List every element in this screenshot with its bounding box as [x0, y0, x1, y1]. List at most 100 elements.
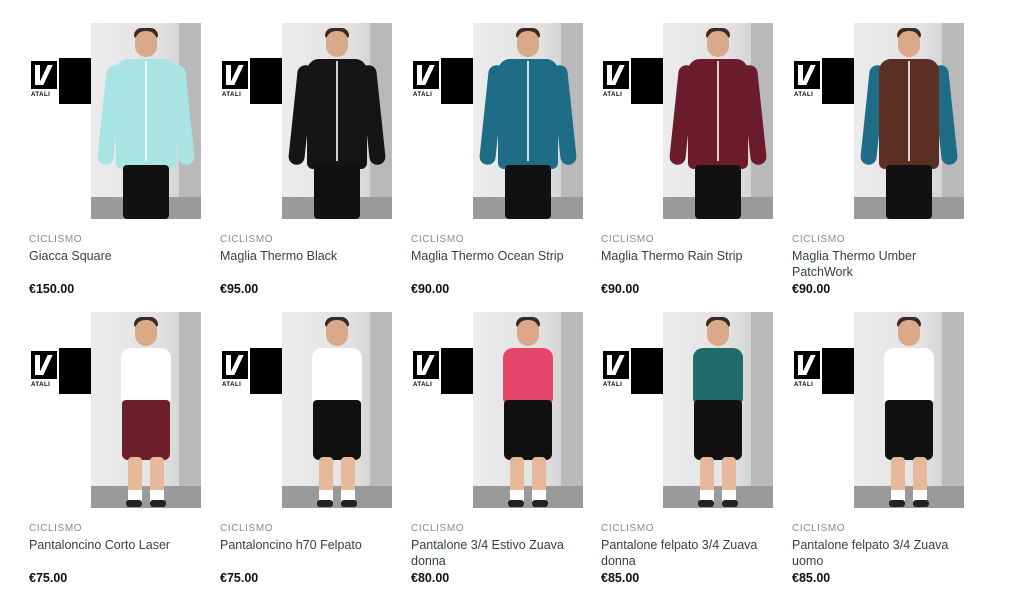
photo-floor [473, 486, 583, 508]
model-photo [663, 312, 773, 508]
logo-panel: ATALI [411, 348, 441, 394]
product-image[interactable]: ATALI [220, 312, 396, 508]
base-layer [884, 348, 934, 403]
brand-logo: ATALI [601, 348, 663, 394]
photo-wall [561, 312, 583, 508]
product-image[interactable]: ATALI [792, 312, 968, 508]
product-price: €85.00 [601, 571, 640, 585]
model-head [517, 320, 539, 346]
product-title[interactable]: Maglia Thermo Rain Strip [601, 248, 777, 282]
logo-wordmark: ATALI [31, 382, 51, 388]
tights [314, 165, 360, 219]
logo-panel: ATALI [601, 348, 631, 394]
product-title[interactable]: Pantaloncino h70 Felpato [220, 537, 396, 571]
logo-panel: ATALI [29, 348, 59, 394]
product-category[interactable]: CICLISMO [792, 234, 968, 245]
product-category[interactable]: CICLISMO [601, 234, 777, 245]
shoe [889, 500, 905, 507]
product-title[interactable]: Giacca Square [29, 248, 205, 282]
product-image[interactable]: ATALI [411, 23, 587, 219]
jersey-zip [717, 61, 719, 161]
product-card[interactable]: ATALI CICLISMO Pantalone felpato 3/4 Zuava… [792, 312, 968, 585]
product-title[interactable]: Maglia Thermo Ocean Strip [411, 248, 587, 282]
product-card[interactable]: ATALI CICLISMO Maglia Thermo Umber PatchWo… [792, 23, 968, 296]
logo-wordmark: ATALI [794, 92, 814, 98]
logo-wordmark: ATALI [603, 382, 623, 388]
shoe [698, 500, 714, 507]
tights [505, 165, 551, 219]
product-card[interactable]: ATALI CICLISMO Maglia Thermo Rain Strip €90… [601, 23, 777, 296]
product-card[interactable]: ATALI CICLISMO Pantaloncino Corto Laser €75… [29, 312, 205, 585]
logo-n-mark [794, 351, 820, 379]
logo-n-mark [222, 351, 248, 379]
product-image[interactable]: ATALI [601, 312, 777, 508]
model-photo [282, 312, 392, 508]
product-title[interactable]: Pantalone felpato 3/4 Zuava donna [601, 537, 777, 571]
product-category[interactable]: CICLISMO [411, 234, 587, 245]
product-price: €75.00 [220, 571, 259, 585]
product-price: €90.00 [411, 282, 450, 296]
logo-n-mark [222, 61, 248, 89]
bib-shorts [313, 400, 361, 460]
product-price: €150.00 [29, 282, 75, 296]
product-category[interactable]: CICLISMO [220, 234, 396, 245]
product-image[interactable]: ATALI [29, 312, 205, 508]
logo-n-mark [413, 61, 439, 89]
model-head [135, 31, 157, 57]
logo-n-mark [603, 351, 629, 379]
product-title[interactable]: Maglia Thermo Black [220, 248, 396, 282]
product-image[interactable]: ATALI [220, 23, 396, 219]
product-card[interactable]: ATALI CICLISMO Pantalone felpato 3/4 Zuava… [601, 312, 777, 585]
product-price: €85.00 [792, 571, 831, 585]
brand-logo: ATALI [29, 348, 91, 394]
product-title[interactable]: Maglia Thermo Umber PatchWork [792, 248, 968, 282]
logo-wordmark: ATALI [794, 382, 814, 388]
tights [886, 165, 932, 219]
product-image[interactable]: ATALI [411, 312, 587, 508]
product-title[interactable]: Pantalone felpato 3/4 Zuava uomo [792, 537, 968, 571]
base-layer [121, 348, 171, 403]
product-card[interactable]: ATALI CICLISMO Maglia Thermo Ocean Strip €9… [411, 23, 587, 296]
tights [695, 165, 741, 219]
photo-wall [942, 312, 964, 508]
product-title[interactable]: Pantalone 3/4 Estivo Zuava donna [411, 537, 587, 571]
bib-shorts [504, 400, 552, 460]
base-layer [312, 348, 362, 403]
product-image[interactable]: ATALI [792, 23, 968, 219]
product-category[interactable]: CICLISMO [220, 523, 396, 534]
product-title[interactable]: Pantaloncino Corto Laser [29, 537, 205, 571]
brand-logo: ATALI [220, 58, 282, 104]
model-photo [473, 23, 583, 219]
product-card[interactable]: ATALI CICLISMO Giacca Square €150.00 [29, 23, 205, 296]
logo-wordmark: ATALI [222, 382, 242, 388]
brand-logo: ATALI [792, 58, 854, 104]
product-image[interactable]: ATALI [29, 23, 205, 219]
product-card[interactable]: ATALI CICLISMO Pantalone 3/4 Estivo Zuava … [411, 312, 587, 585]
photo-wall [370, 312, 392, 508]
product-category[interactable]: CICLISMO [29, 523, 205, 534]
product-category[interactable]: CICLISMO [29, 234, 205, 245]
product-category[interactable]: CICLISMO [411, 523, 587, 534]
logo-panel: ATALI [411, 58, 441, 104]
product-category[interactable]: CICLISMO [601, 523, 777, 534]
product-category[interactable]: CICLISMO [792, 523, 968, 534]
shoe [150, 500, 166, 507]
logo-panel: ATALI [601, 58, 631, 104]
photo-wall [751, 312, 773, 508]
model-photo [663, 23, 773, 219]
shoe [722, 500, 738, 507]
logo-panel: ATALI [220, 348, 250, 394]
brand-logo: ATALI [411, 348, 473, 394]
shoe [341, 500, 357, 507]
logo-panel: ATALI [792, 348, 822, 394]
photo-floor [854, 486, 964, 508]
logo-n-mark [31, 61, 57, 89]
product-card[interactable]: ATALI CICLISMO Pantaloncino h70 Felpato €75… [220, 312, 396, 585]
shoe [126, 500, 142, 507]
product-card[interactable]: ATALI CICLISMO Maglia Thermo Black €95.00 [220, 23, 396, 296]
brand-logo: ATALI [29, 58, 91, 104]
model-photo [473, 312, 583, 508]
model-head [707, 320, 729, 346]
tights [123, 165, 169, 219]
product-image[interactable]: ATALI [601, 23, 777, 219]
